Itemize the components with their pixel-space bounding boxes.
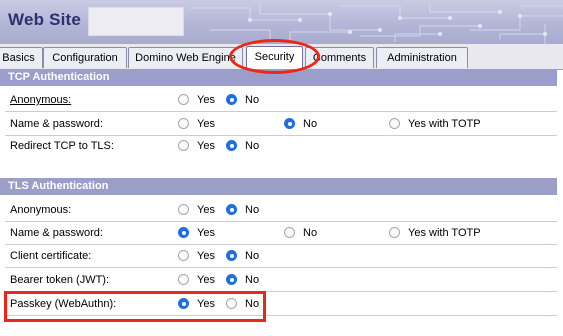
radio-selected-icon[interactable] [178,227,189,238]
tcp-redirect-no[interactable]: No [226,140,259,152]
tcp-name-password-yes[interactable]: Yes [178,118,215,130]
tls-client-cert-label: Client certificate: [10,250,92,262]
radio-selected-icon[interactable] [226,140,237,151]
tls-client-cert-row: Client certificate: Yes No [0,246,557,268]
radio-icon[interactable] [178,140,189,151]
tls-anonymous-no[interactable]: No [226,204,259,216]
tab-configuration[interactable]: Configuration [43,47,127,68]
title-field-placeholder [88,7,184,36]
tls-anonymous-label: Anonymous: [10,204,72,216]
radio-selected-icon[interactable] [226,204,237,215]
radio-icon[interactable] [389,118,400,129]
tls-name-password-label: Name & password: [10,227,103,239]
radio-icon[interactable] [178,118,189,129]
tcp-name-password-row: Name & password: Yes No Yes with TOTP [0,114,557,136]
tab-domino-web-engine[interactable]: Domino Web Engine [128,47,243,68]
radio-selected-icon[interactable] [226,274,237,285]
radio-icon[interactable] [178,274,189,285]
tcp-name-password-label: Name & password: [10,118,103,130]
row-divider [5,244,557,245]
tls-client-cert-yes[interactable]: Yes [178,250,215,262]
tcp-name-password-totp[interactable]: Yes with TOTP [389,118,481,130]
tab-basics[interactable]: Basics [0,47,43,68]
tcp-anonymous-yes[interactable]: Yes [178,94,215,106]
tls-bearer-token-yes[interactable]: Yes [178,274,215,286]
tcp-redirect-label: Redirect TCP to TLS: [10,140,114,152]
tab-administration[interactable]: Administration [376,47,468,68]
tls-anonymous-yes[interactable]: Yes [178,204,215,216]
tcp-anonymous-no[interactable]: No [226,94,259,106]
radio-icon[interactable] [178,250,189,261]
tcp-redirect-row: Redirect TCP to TLS: Yes No [0,136,557,158]
circuit-pattern [190,4,563,44]
radio-icon[interactable] [389,227,400,238]
header-banner: Web Site [0,0,563,44]
radio-selected-icon[interactable] [284,118,295,129]
row-divider [5,111,557,112]
radio-icon[interactable] [178,204,189,215]
tls-section-header: TLS Authentication [0,178,557,195]
radio-selected-icon[interactable] [226,250,237,261]
tls-name-password-totp[interactable]: Yes with TOTP [389,227,481,239]
row-divider [5,267,557,268]
tls-bearer-token-row: Bearer token (JWT): Yes No [0,270,557,292]
page-title: Web Site [8,10,82,29]
tls-bearer-token-no[interactable]: No [226,274,259,286]
tls-name-password-row: Name & password: Yes No Yes with TOTP [0,223,557,245]
passkey-row-highlight [4,291,266,322]
security-tab-highlight [229,39,320,74]
radio-selected-icon[interactable] [226,94,237,105]
tcp-anonymous-row: Anonymous: Yes No [0,90,557,112]
tls-anonymous-row: Anonymous: Yes No [0,200,557,222]
row-divider [5,221,557,222]
radio-icon[interactable] [284,227,295,238]
tcp-name-password-no[interactable]: No [284,118,317,130]
tls-client-cert-no[interactable]: No [226,250,259,262]
tls-name-password-yes[interactable]: Yes [178,227,215,239]
tls-bearer-token-label: Bearer token (JWT): [10,274,110,286]
tls-name-password-no[interactable]: No [284,227,317,239]
tcp-redirect-yes[interactable]: Yes [178,140,215,152]
radio-icon[interactable] [178,94,189,105]
tcp-anonymous-label: Anonymous: [10,94,72,106]
